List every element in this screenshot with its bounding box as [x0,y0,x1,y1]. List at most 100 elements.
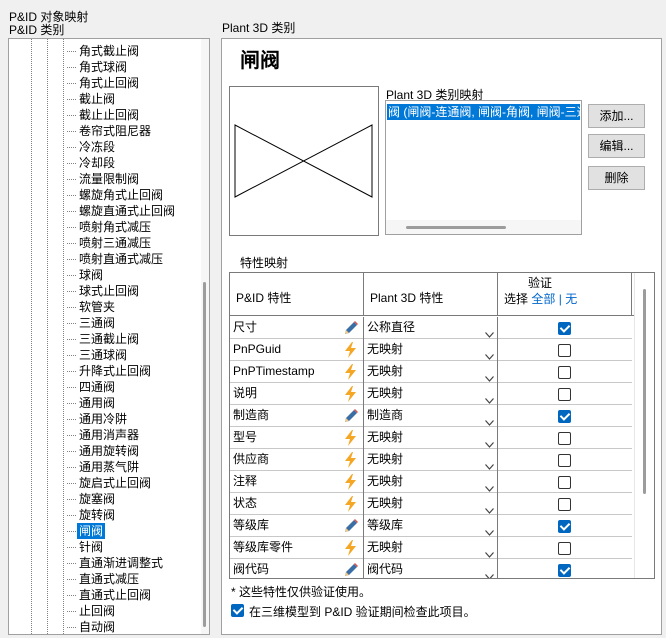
add-button[interactable]: 添加... [588,104,645,128]
select-all-link[interactable]: 全部 [531,292,555,306]
validate-checkbox[interactable] [558,520,571,533]
plant3d-property-combo[interactable]: 阀代码 [364,559,498,578]
tree-scrollbar[interactable] [201,39,209,634]
property-mapping-table[interactable]: P&ID 特性 Plant 3D 特性 验证 选择 全部 | 无 尺寸 公称直径 P… [229,272,655,579]
tree-item[interactable]: 角式球阀 [66,59,129,75]
tree-item[interactable]: 直通式减压 [66,571,141,587]
plant3d-property-combo[interactable]: 无映射 [364,427,498,449]
table-vscroll-thumb[interactable] [643,289,646,494]
tree-item[interactable]: 四通阀 [66,379,117,395]
validate-checkbox[interactable] [558,476,571,489]
tree-item[interactable]: 角式截止阀 [66,43,141,59]
tree-item[interactable]: 止回阀 [66,603,117,619]
chevron-down-icon[interactable] [485,390,494,404]
tree-item[interactable]: 冷冻段 [66,139,117,155]
delete-button[interactable]: 删除 [588,166,645,190]
table-vscrollbar[interactable] [634,273,654,578]
tree-item[interactable]: 闸阀 [66,523,106,539]
tree-item[interactable]: 流量限制阀 [66,171,141,187]
tree-item[interactable]: 通用阀 [66,395,117,411]
validate-checkbox[interactable] [558,366,571,379]
class-title: 闸阀 [240,48,280,72]
tree-item[interactable]: 角式止回阀 [66,75,141,91]
tree-item[interactable]: 软管夹 [66,299,117,315]
tree-item[interactable]: 直通式止回阀 [66,587,153,603]
validate-check-checkbox[interactable] [231,604,244,617]
plant3d-property-combo[interactable]: 无映射 [364,449,498,471]
pid-property-name: 制造商 [233,408,270,422]
plant3d-property-combo[interactable]: 无映射 [364,339,498,361]
validate-checkbox[interactable] [558,432,571,445]
tree-item[interactable]: 升降式止回阀 [66,363,153,379]
tree-item[interactable]: 喷射直通式减压 [66,251,165,267]
chevron-down-icon[interactable] [485,434,494,448]
validate-checkbox[interactable] [558,322,571,335]
pid-class-tree[interactable]: 角式截止阀 角式球阀 角式止回阀 截止阀 截止止回阀 卷帘式阻尼器 冷冻段 冷却段 流量限制阀螺… [8,38,210,635]
tree-item[interactable]: 三通截止阀 [66,331,141,347]
chevron-down-icon[interactable] [485,522,494,536]
tree-item[interactable]: 三通球阀 [66,347,129,363]
mapping-list-item[interactable]: 阀 (闸阀-连通阀, 闸阀-角阀, 闸阀-三通 [387,104,580,120]
tree-item[interactable]: 球式止回阀 [66,283,141,299]
validate-checkbox[interactable] [558,498,571,511]
plant3d-property-combo[interactable]: 等级库 [364,515,498,537]
tree-item[interactable]: 球阀 [66,267,105,283]
mapping-list-hscrollbar[interactable] [386,220,581,234]
tree-item[interactable]: 自动阀 [66,619,117,634]
tree-item[interactable]: 通用冷阱 [66,411,129,427]
plant3d-property-combo[interactable]: 无映射 [364,471,498,493]
mapping-list-hscroll-thumb[interactable] [406,226,506,229]
plant3d-property-combo[interactable]: 公称直径 [364,317,498,339]
edit-button[interactable]: 编辑... [588,134,645,158]
tree-item[interactable]: 三通阀 [66,315,117,331]
tree-guide-line [31,39,32,634]
plant3d-property-combo[interactable]: 无映射 [364,537,498,559]
tree-item[interactable]: 旋转阀 [66,507,117,523]
validate-checkbox[interactable] [558,564,571,577]
tree-item[interactable]: 喷射三通减压 [66,235,153,251]
tree-item[interactable]: 通用旋转阀 [66,443,141,459]
pid-property-name: 型号 [233,430,258,444]
plant3d-property-combo[interactable]: 制造商 [364,405,498,427]
tree-item[interactable]: 针阀 [66,539,105,555]
tree-item[interactable]: 喷射角式减压 [66,219,153,235]
tree-item[interactable]: 旋启式止回阀 [66,475,153,491]
validate-checkbox[interactable] [558,454,571,467]
chevron-down-icon[interactable] [485,544,494,558]
tree-scrollbar-thumb[interactable] [203,282,206,627]
pid-property-cell: 状态 [230,493,364,515]
chevron-down-icon[interactable] [485,412,494,426]
plant3d-class-mapping-list[interactable]: 阀 (闸阀-连通阀, 闸阀-角阀, 闸阀-三通 [385,100,582,235]
chevron-down-icon[interactable] [485,500,494,514]
plant3d-property-value: 无映射 [367,364,404,378]
chevron-down-icon[interactable] [485,478,494,492]
tree-item[interactable]: 截止阀 [66,91,117,107]
plant3d-property-value: 无映射 [367,496,404,510]
plant3d-property-combo[interactable]: 无映射 [364,493,498,515]
validate-checkbox[interactable] [558,542,571,555]
chevron-down-icon[interactable] [485,324,494,338]
validate-checkbox[interactable] [558,410,571,423]
validate-checkbox[interactable] [558,388,571,401]
tree-item[interactable]: 螺旋角式止回阀 [66,187,165,203]
tree-item[interactable]: 旋塞阀 [66,491,117,507]
chevron-down-icon[interactable] [485,368,494,382]
pid-property-cell: PnPGuid [230,339,364,361]
tree-item[interactable]: 通用蒸气阱 [66,459,141,475]
plant3d-property-combo[interactable]: 无映射 [364,361,498,383]
tree-item[interactable]: 直通渐进调整式 [66,555,165,571]
plant3d-property-combo[interactable]: 无映射 [364,383,498,405]
select-none-link[interactable]: 无 [565,292,577,306]
pid-property-cell: 等级库零件 [230,537,364,559]
chevron-down-icon[interactable] [485,346,494,360]
tree-item[interactable]: 截止止回阀 [66,107,141,123]
tree-item[interactable]: 冷却段 [66,155,117,171]
header-plant3d-property-text: Plant 3D 特性 [370,291,444,305]
chevron-down-icon[interactable] [485,456,494,470]
validate-checkbox[interactable] [558,344,571,357]
chevron-down-icon[interactable] [485,566,494,578]
tree-item[interactable]: 螺旋直通式止回阀 [66,203,177,219]
tree-item[interactable]: 卷帘式阻尼器 [66,123,153,139]
tree-item[interactable]: 通用消声器 [66,427,141,443]
validate-check-label[interactable]: 在三维模型到 P&ID 验证期间检查此项目。 [249,603,476,620]
